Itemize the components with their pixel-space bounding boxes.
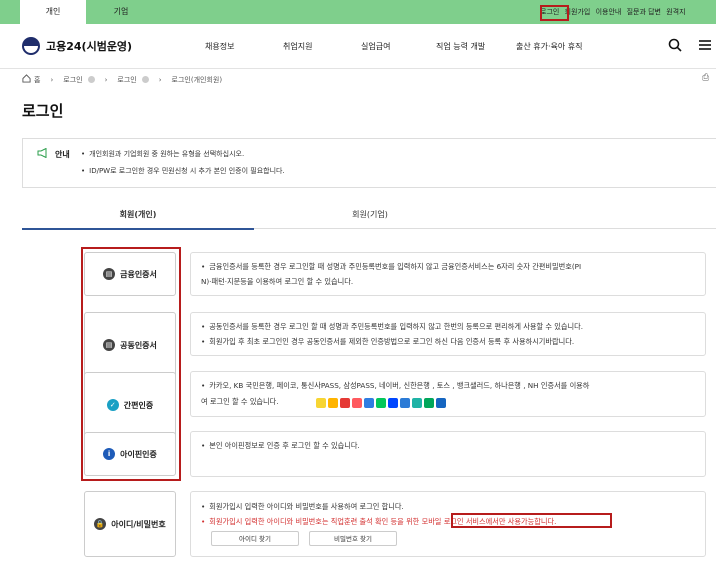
dropdown-dot-icon[interactable]	[141, 76, 149, 83]
notice-line-1: • 개인회원과 기업회원 중 원하는 유형을 선택하십시오.	[81, 150, 245, 158]
logo-text: 고용24(시범운영)	[46, 40, 133, 53]
chevron-right-icon: ›	[104, 75, 108, 84]
desc-line: • 공동인증서를 등록한 경우 로그인 할 때 성명과 주민등록번호를 입력하지 …	[201, 322, 584, 331]
top-link-guide[interactable]: 이용안내	[596, 8, 622, 16]
menu-icon[interactable]	[698, 38, 712, 56]
kb-bank-icon	[328, 398, 338, 408]
desc-line: • 본인 아이핀정보로 인증 후 로그인 할 수 있습니다.	[201, 441, 360, 450]
find-password-button[interactable]: 비밀번호 찾기	[309, 531, 397, 546]
banksalad-icon	[412, 398, 422, 408]
member-type-tabs: 회원(개인) 회원(기업)	[22, 204, 716, 230]
financial-certificate-desc: • 금융인증서를 등록한 경우 로그인할 때 성명과 주민등록번호를 입력하지 않…	[190, 252, 706, 296]
payco-icon	[340, 398, 350, 408]
nav-employment-support[interactable]: 취업지원	[283, 41, 312, 52]
id-password-desc: • 회원가입시 입력한 아이디와 비밀번호를 사용하여 로그인 합니다. • 회원가…	[190, 491, 706, 557]
toss-icon	[400, 398, 410, 408]
print-icon[interactable]: ⎙	[702, 73, 709, 83]
desc-line: • 회원가입시 입력한 아이디와 비밀번호를 사용하여 로그인 합니다.	[201, 502, 404, 511]
site-logo[interactable]: 고용24(시범운영)	[22, 37, 132, 55]
login-highlight-box	[540, 5, 569, 21]
nav-jobs[interactable]: 채용정보	[205, 41, 234, 52]
nav-skills-development[interactable]: 직업 능력 개발	[436, 41, 485, 52]
dropdown-dot-icon[interactable]	[87, 76, 95, 83]
joint-certificate-desc: • 공동인증서를 등록한 경우 로그인 할 때 성명과 주민등록번호를 입력하지 …	[190, 312, 706, 356]
ipin-auth-desc: • 본인 아이핀정보로 인증 후 로그인 할 수 있습니다.	[190, 431, 706, 477]
notice-label: 안내	[37, 147, 70, 161]
top-bar: 개인 기업 로그인 회원가입 이용안내 질문과 답변 원격지	[0, 0, 716, 24]
nh-icon	[436, 398, 446, 408]
site-header: 고용24(시범운영) 채용정보 취업지원 실업급여 직업 능력 개발 출산 휴가…	[0, 24, 716, 69]
nav-unemployment-benefit[interactable]: 실업급여	[361, 41, 390, 52]
naver-icon	[376, 398, 386, 408]
kakao-icon	[316, 398, 326, 408]
auth-provider-icons	[316, 398, 448, 408]
breadcrumb-home[interactable]: 홈	[34, 75, 40, 85]
top-tab-business[interactable]: 기업	[88, 0, 154, 24]
top-tab-personal[interactable]: 개인	[20, 0, 86, 24]
desc-line: 여 로그인 할 수 있습니다.	[201, 397, 446, 408]
search-icon[interactable]	[668, 38, 682, 56]
desc-line: • 금융인증서를 등록한 경우 로그인할 때 성명과 주민등록번호를 입력하지 않…	[201, 262, 582, 271]
home-icon[interactable]	[22, 74, 31, 85]
samsung-pass-icon	[364, 398, 374, 408]
top-link-qna[interactable]: 질문과 답변	[627, 8, 661, 16]
hana-bank-icon	[424, 398, 434, 408]
tab-business-member[interactable]: 회원(기업)	[254, 204, 486, 228]
desc-line: • 회원가입 후 최초 로그인인 경우 공동인증서를 제외한 인증방법으로 로그인…	[201, 337, 575, 346]
desc-line: • 카카오, KB 국민은행, 페이코, 통신사PASS, 삼성PASS, 네이버…	[201, 381, 590, 390]
id-password-button[interactable]: 🔒 아이디/비밀번호	[84, 491, 176, 557]
nav-leave[interactable]: 출산 휴가·육아 휴직	[516, 41, 583, 52]
top-link-remote[interactable]: 원격지	[666, 8, 685, 16]
breadcrumb-current: 로그인(개인회원)	[171, 75, 223, 84]
breadcrumb: 홈 › 로그인 › 로그인 › 로그인(개인회원)	[22, 74, 222, 85]
find-id-button[interactable]: 아이디 찾기	[211, 531, 299, 546]
shinhan-icon	[388, 398, 398, 408]
auth-methods-highlight-box	[81, 247, 181, 481]
tab-personal-member[interactable]: 회원(개인)	[22, 204, 254, 230]
chevron-right-icon: ›	[50, 75, 54, 84]
page-title: 로그인	[22, 102, 64, 120]
breadcrumb-login-2[interactable]: 로그인	[117, 75, 136, 85]
notice-line-2: • ID/PW로 로그인한 경우 민원신청 시 추가 본인 인증이 필요합니다.	[81, 167, 285, 175]
megaphone-icon	[37, 147, 49, 161]
pass-icon	[352, 398, 362, 408]
lock-icon: 🔒	[94, 518, 107, 530]
desc-line: N)·패턴·지문등을 이용하여 로그인 할 수 있습니다.	[201, 277, 354, 286]
mobile-login-highlight-box	[451, 513, 612, 528]
breadcrumb-login-1[interactable]: 로그인	[63, 75, 82, 85]
notice-box: 안내 • 개인회원과 기업회원 중 원하는 유형을 선택하십시오. • ID/PW로…	[22, 138, 716, 188]
chevron-right-icon: ›	[158, 75, 162, 84]
simple-auth-desc: • 카카오, KB 국민은행, 페이코, 통신사PASS, 삼성PASS, 네이버…	[190, 371, 706, 417]
logo-mark-icon	[22, 37, 40, 55]
